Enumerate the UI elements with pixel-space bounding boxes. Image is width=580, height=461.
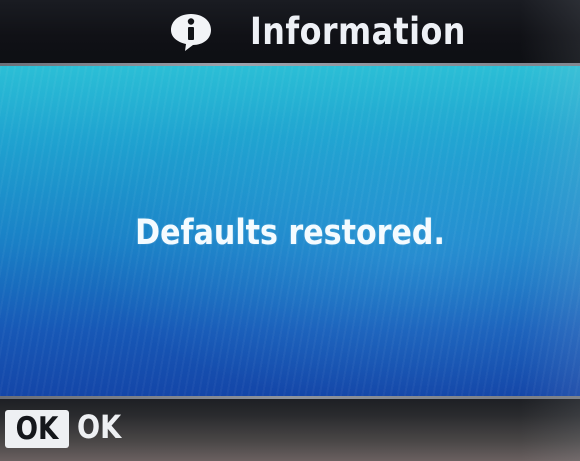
ok-action-label: OK — [77, 408, 122, 446]
status-message: Defaults restored. — [135, 213, 445, 253]
ok-key-label: OK — [15, 411, 59, 447]
screen-title: Information — [250, 10, 466, 53]
lcd-screen: Information Defaults restored. OK OK — [0, 0, 580, 461]
message-panel: Defaults restored. — [0, 66, 580, 396]
title-bar: Information — [0, 0, 580, 66]
info-icon — [169, 12, 213, 52]
ok-button[interactable]: OK — [5, 410, 69, 448]
